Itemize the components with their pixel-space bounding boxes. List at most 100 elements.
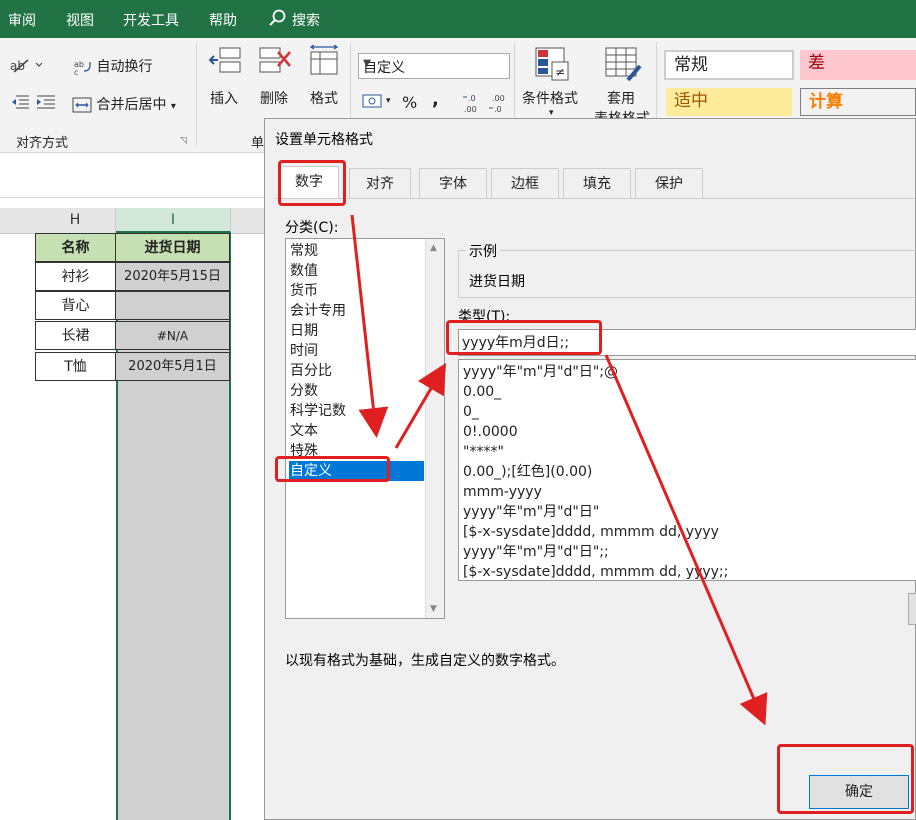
format-list[interactable]: yyyy"年"m"月"d"日";@ 0.00_ 0_ 0!.0000 "****…: [458, 359, 916, 581]
table-row-date[interactable]: 2020年5月15日: [115, 262, 230, 291]
list-item[interactable]: 货币: [289, 281, 424, 301]
insert-label[interactable]: 插入: [210, 88, 238, 108]
svg-text:.00: .00: [492, 94, 505, 103]
table-row-date[interactable]: 2020年5月1日: [115, 352, 230, 381]
list-item[interactable]: 分数: [289, 381, 424, 401]
table-row-name[interactable]: 背心: [35, 291, 116, 320]
list-item[interactable]: 0.00_: [463, 382, 501, 402]
table-row-name[interactable]: 长裙: [35, 321, 116, 350]
menu-view[interactable]: 视图: [66, 10, 94, 30]
table-row-date[interactable]: [115, 291, 230, 320]
table-row-name[interactable]: 衬衫: [35, 262, 116, 291]
category-list[interactable]: 常规 数值 货币 会计专用 日期 时间 百分比 分数 科学记数 文本 特殊 自定…: [285, 238, 445, 619]
category-scrollbar[interactable]: ▲ ▼: [425, 239, 444, 618]
format-icon[interactable]: [307, 44, 341, 80]
chevron-up-icon[interactable]: ▲: [430, 243, 437, 253]
ok-button[interactable]: 确定: [809, 775, 909, 809]
indent-decrease-icon[interactable]: [10, 94, 30, 114]
list-item[interactable]: 特殊: [289, 441, 424, 461]
percent-button[interactable]: %: [402, 93, 417, 112]
chevron-down-icon[interactable]: ▼: [430, 604, 437, 614]
menu-review[interactable]: 审阅: [8, 10, 36, 30]
tab-font[interactable]: 字体: [419, 168, 487, 198]
svg-text:.0: .0: [468, 94, 476, 103]
header-date-cell[interactable]: 进货日期: [115, 233, 230, 262]
format-cells-dialog: 设置单元格格式 数字 对齐 字体 边框 填充 保护 分类(C): 常规 数值 货…: [264, 118, 916, 820]
sample-box: [458, 250, 916, 298]
type-label: 类型(T):: [458, 309, 511, 325]
style-neutral[interactable]: 适中: [666, 88, 792, 116]
style-calculation[interactable]: 计算: [800, 88, 916, 116]
style-normal[interactable]: 常规: [664, 50, 794, 80]
format-label[interactable]: 格式: [310, 88, 338, 108]
list-item-selected[interactable]: 自定义: [289, 461, 424, 481]
currency-icon[interactable]: [362, 92, 384, 114]
list-item[interactable]: 日期: [289, 321, 424, 341]
menu-bar: 审阅 视图 开发工具 帮助 搜索: [0, 0, 916, 38]
search-icon[interactable]: [268, 8, 288, 32]
chevron-down-icon[interactable]: ▾: [171, 101, 176, 112]
wrap-text-button[interactable]: ab c 自动换行: [74, 56, 152, 76]
conditional-format-label[interactable]: 条件格式: [522, 88, 578, 108]
chevron-down-icon[interactable]: ▾: [386, 96, 391, 106]
tab-border[interactable]: 边框: [491, 168, 559, 198]
svg-text:ab: ab: [10, 59, 25, 73]
list-item[interactable]: mmm-yyyy: [463, 482, 542, 502]
column-header-h[interactable]: H: [35, 208, 116, 233]
increase-decimal-icon[interactable]: .0.00: [462, 92, 482, 118]
tab-number[interactable]: 数字: [279, 166, 339, 199]
decrease-decimal-icon[interactable]: .00.0: [488, 92, 508, 118]
header-name-cell[interactable]: 名称: [35, 233, 116, 262]
list-item[interactable]: yyyy"年"m"月"d"日";@: [463, 362, 618, 382]
menu-search[interactable]: 搜索: [292, 10, 320, 30]
list-item[interactable]: yyyy"年"m"月"d"日": [463, 502, 599, 522]
table-format-label[interactable]: 套用: [607, 88, 635, 108]
column-header-i[interactable]: I: [116, 208, 231, 233]
table-row-name[interactable]: T恤: [35, 352, 116, 381]
delete-label[interactable]: 删除: [260, 88, 288, 108]
list-item[interactable]: 会计专用: [289, 301, 424, 321]
dialog-title: 设置单元格格式: [275, 132, 373, 148]
list-item[interactable]: 科学记数: [289, 401, 424, 421]
dialog-launcher-icon[interactable]: ◹: [180, 136, 187, 146]
menu-developer[interactable]: 开发工具: [123, 10, 179, 30]
insert-icon[interactable]: [208, 44, 242, 80]
type-input[interactable]: yyyy年m月d日;;: [458, 329, 916, 356]
list-item[interactable]: 文本: [289, 421, 424, 441]
list-item[interactable]: 常规: [289, 241, 424, 261]
merge-center-button[interactable]: 合并后居中 ▾: [72, 94, 176, 114]
list-item[interactable]: [$-x-sysdate]dddd, mmmm dd, yyyy: [463, 522, 719, 542]
list-item[interactable]: 0_: [463, 402, 479, 422]
wrap-text-label: 自动换行: [96, 59, 153, 75]
table-row-date[interactable]: #N/A: [115, 321, 230, 350]
merge-center-label: 合并后居中: [96, 97, 167, 113]
delete-format-button[interactable]: [908, 593, 916, 625]
list-item[interactable]: "****": [463, 442, 504, 462]
align-group-label: 对齐方式: [16, 136, 69, 151]
conditional-format-icon[interactable]: ≠: [534, 46, 570, 86]
list-item[interactable]: 0.00_);[红色](0.00): [463, 462, 592, 482]
tab-divider: [275, 198, 915, 199]
chevron-down-icon[interactable]: ▼: [363, 58, 505, 69]
style-bad[interactable]: 差: [800, 50, 916, 80]
list-item[interactable]: [$-x-sysdate]dddd, mmmm dd, yyyy;;: [463, 562, 728, 582]
list-item[interactable]: 百分比: [289, 361, 424, 381]
comma-button[interactable]: ,: [432, 89, 439, 110]
menu-help[interactable]: 帮助: [209, 10, 237, 30]
chevron-down-icon[interactable]: ▾: [549, 108, 554, 118]
delete-icon[interactable]: [258, 44, 292, 80]
list-item[interactable]: 0!.0000: [463, 422, 518, 442]
list-item[interactable]: 数值: [289, 261, 424, 281]
number-format-dropdown[interactable]: 自定义 ▼: [358, 53, 510, 79]
orientation-icon[interactable]: ab: [10, 56, 44, 78]
list-item[interactable]: 时间: [289, 341, 424, 361]
indent-increase-icon[interactable]: [36, 94, 56, 114]
tab-fill[interactable]: 填充: [563, 168, 631, 198]
description-text: 以现有格式为基础，生成自定义的数字格式。: [285, 653, 565, 669]
tab-alignment[interactable]: 对齐: [349, 168, 411, 198]
cells-group-label: 单: [251, 136, 265, 151]
table-format-icon[interactable]: [604, 46, 642, 86]
tab-protection[interactable]: 保护: [635, 168, 703, 198]
list-item[interactable]: yyyy"年"m"月"d"日";;: [463, 542, 609, 562]
sample-value: 进货日期: [469, 274, 525, 290]
